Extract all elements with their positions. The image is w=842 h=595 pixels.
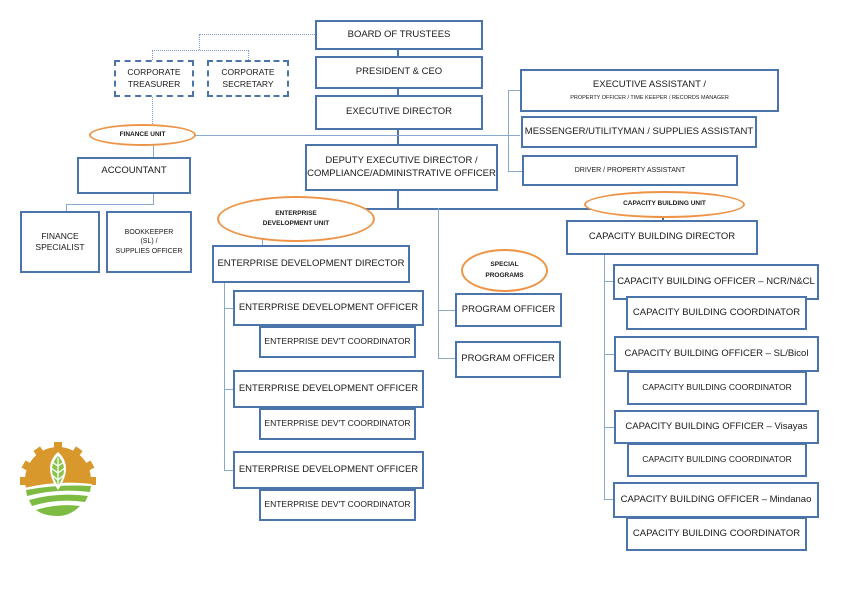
enterprise-coordinator-box: ENTERPRISE DEV'T COORDINATOR: [259, 489, 416, 521]
box-label: COMPLIANCE/ADMINISTRATIVE OFFICER: [307, 167, 496, 179]
box-label: ACCOUNTANT: [101, 165, 167, 176]
driver-box: DRIVER / PROPERTY ASSISTANT: [522, 155, 738, 186]
box-label: DEPUTY EXECUTIVE DIRECTOR /: [325, 154, 478, 166]
dotted-connector: [152, 96, 153, 126]
capacity-building-unit-oval: CAPACITY BUILDING UNIT: [584, 191, 745, 218]
enterprise-coordinator-box: ENTERPRISE DEV'T COORDINATOR: [259, 408, 416, 440]
connector: [438, 208, 439, 358]
capacity-coordinator-box: CAPACITY BUILDING COORDINATOR: [627, 443, 807, 477]
connector: [438, 310, 455, 311]
box-label: CAPACITY BUILDING COORDINATOR: [632, 306, 801, 318]
board-of-trustees-box: BOARD OF TRUSTEES: [315, 20, 483, 50]
capacity-officer-box: CAPACITY BUILDING OFFICER – SL/Bicol: [614, 336, 819, 372]
box-label: CAPACITY BUILDING OFFICER – NCR/N&CL: [617, 275, 815, 287]
box-label: PRESIDENT & CEO: [355, 66, 443, 78]
connector: [66, 204, 154, 205]
box-label: SUPPLIES OFFICER: [115, 247, 183, 255]
box-label: CAPACITY BUILDING OFFICER – Mindanao: [620, 493, 812, 505]
box-label: EXECUTIVE DIRECTOR: [346, 106, 452, 118]
box-label: ENTERPRISE DEVELOPMENT OFFICER: [238, 382, 419, 394]
connector: [224, 282, 225, 471]
unit-label: PROGRAMS: [485, 271, 524, 279]
box-label: ENTERPRISE DEVELOPMENT OFFICER: [238, 463, 419, 475]
box-label: CAPACITY BUILDING COORDINATOR: [642, 454, 792, 465]
box-label: CAPACITY BUILDING OFFICER – SL/Bicol: [624, 347, 809, 359]
organization-logo-icon: [20, 442, 96, 516]
deputy-executive-director-box: DEPUTY EXECUTIVE DIRECTOR / COMPLIANCE/AD…: [305, 144, 498, 191]
unit-label: ENTERPRISE: [275, 209, 317, 217]
connector: [397, 190, 399, 209]
dotted-connector: [248, 50, 249, 60]
connector: [438, 358, 455, 359]
unit-label: SPECIAL: [490, 261, 519, 269]
box-label: FINANCE: [41, 230, 79, 241]
connector: [508, 90, 509, 172]
enterprise-coordinator-box: ENTERPRISE DEV'T COORDINATOR: [259, 326, 416, 358]
box-label: CAPACITY BUILDING DIRECTOR: [588, 231, 736, 243]
connector: [604, 427, 614, 428]
box-label: (SL) /: [140, 238, 158, 246]
box-label: CORPORATE: [127, 67, 181, 78]
special-programs-oval: SPECIAL PROGRAMS: [461, 249, 548, 292]
connector: [604, 255, 605, 499]
finance-unit-oval: FINANCE UNIT: [89, 124, 196, 146]
connector: [604, 354, 614, 355]
box-label: CAPACITY BUILDING COORDINATOR: [642, 382, 792, 393]
enterprise-officer-box: ENTERPRISE DEVELOPMENT OFFICER: [233, 290, 424, 326]
dotted-connector: [152, 50, 249, 51]
enterprise-officer-box: ENTERPRISE DEVELOPMENT OFFICER: [233, 370, 424, 408]
corporate-treasurer-box: CORPORATE TREASURER: [114, 60, 194, 97]
box-label: ENTERPRISE DEV'T COORDINATOR: [264, 499, 411, 510]
capacity-officer-box: CAPACITY BUILDING OFFICER – Mindanao: [613, 482, 819, 518]
box-label: DRIVER / PROPERTY ASSISTANT: [574, 166, 686, 174]
box-label: ENTERPRISE DEVELOPMENT DIRECTOR: [217, 257, 405, 269]
box-label: BOOKKEEPER: [124, 228, 174, 236]
unit-label: CAPACITY BUILDING UNIT: [623, 200, 706, 208]
capacity-director-box: CAPACITY BUILDING DIRECTOR: [566, 220, 758, 255]
box-label: SECRETARY: [222, 78, 274, 89]
president-ceo-box: PRESIDENT & CEO: [315, 56, 483, 89]
box-label: MESSENGER/UTILITYMAN / SUPPLIES ASSISTAN…: [524, 125, 754, 137]
box-label: ENTERPRISE DEVELOPMENT OFFICER: [238, 301, 419, 313]
finance-specialist-box: FINANCE SPECIALIST: [20, 211, 100, 273]
capacity-officer-box: CAPACITY BUILDING OFFICER – Visayas: [614, 410, 819, 444]
unit-label: FINANCE UNIT: [119, 130, 166, 138]
box-label: EXECUTIVE ASSISTANT /: [592, 78, 707, 90]
connector: [195, 135, 520, 136]
connector: [397, 129, 399, 145]
unit-label: DEVELOPMENT UNIT: [262, 220, 330, 227]
box-label: PROGRAM OFFICER: [461, 353, 555, 365]
messenger-box: MESSENGER/UTILITYMAN / SUPPLIES ASSISTAN…: [521, 116, 757, 148]
box-label: ENTERPRISE DEV'T COORDINATOR: [264, 418, 411, 429]
box-label: BOARD OF TRUSTEES: [347, 28, 451, 40]
box-label: SPECIALIST: [35, 242, 85, 252]
box-label: CAPACITY BUILDING OFFICER – Visayas: [625, 420, 808, 432]
capacity-officer-box: CAPACITY BUILDING OFFICER – NCR/N&CL: [613, 264, 819, 300]
executive-director-box: EXECUTIVE DIRECTOR: [315, 95, 483, 130]
enterprise-director-box: ENTERPRISE DEVELOPMENT DIRECTOR: [212, 245, 410, 283]
program-officer-box: PROGRAM OFFICER: [455, 293, 562, 327]
enterprise-development-unit-oval: ENTERPRISE DEVELOPMENT UNIT: [217, 196, 375, 242]
dotted-connector: [152, 50, 153, 60]
dotted-connector: [199, 34, 315, 35]
capacity-coordinator-box: CAPACITY BUILDING COORDINATOR: [626, 296, 807, 330]
capacity-coordinator-box: CAPACITY BUILDING COORDINATOR: [627, 371, 807, 405]
box-label: TREASURER: [127, 78, 181, 89]
connector: [66, 204, 67, 211]
box-label: PROGRAM OFFICER: [461, 303, 556, 315]
box-sublabel: PROPERTY OFFICER / TIME KEEPER / RECORDS…: [570, 94, 729, 101]
box-label: CORPORATE: [221, 67, 275, 78]
executive-assistant-box: EXECUTIVE ASSISTANT / PROPERTY OFFICER / …: [520, 69, 779, 112]
bookkeeper-box: BOOKKEEPER (SL) / SUPPLIES OFFICER: [106, 211, 192, 273]
program-officer-box: PROGRAM OFFICER: [455, 341, 561, 378]
capacity-coordinator-box: CAPACITY BUILDING COORDINATOR: [626, 517, 807, 551]
box-label: ENTERPRISE DEV'T COORDINATOR: [264, 336, 411, 347]
dotted-connector: [199, 34, 200, 50]
accountant-box: ACCOUNTANT: [77, 157, 191, 194]
enterprise-officer-box: ENTERPRISE DEVELOPMENT OFFICER: [233, 451, 424, 489]
box-label: CAPACITY BUILDING COORDINATOR: [632, 527, 801, 539]
corporate-secretary-box: CORPORATE SECRETARY: [207, 60, 289, 97]
connector: [508, 90, 520, 91]
connector: [508, 171, 522, 172]
